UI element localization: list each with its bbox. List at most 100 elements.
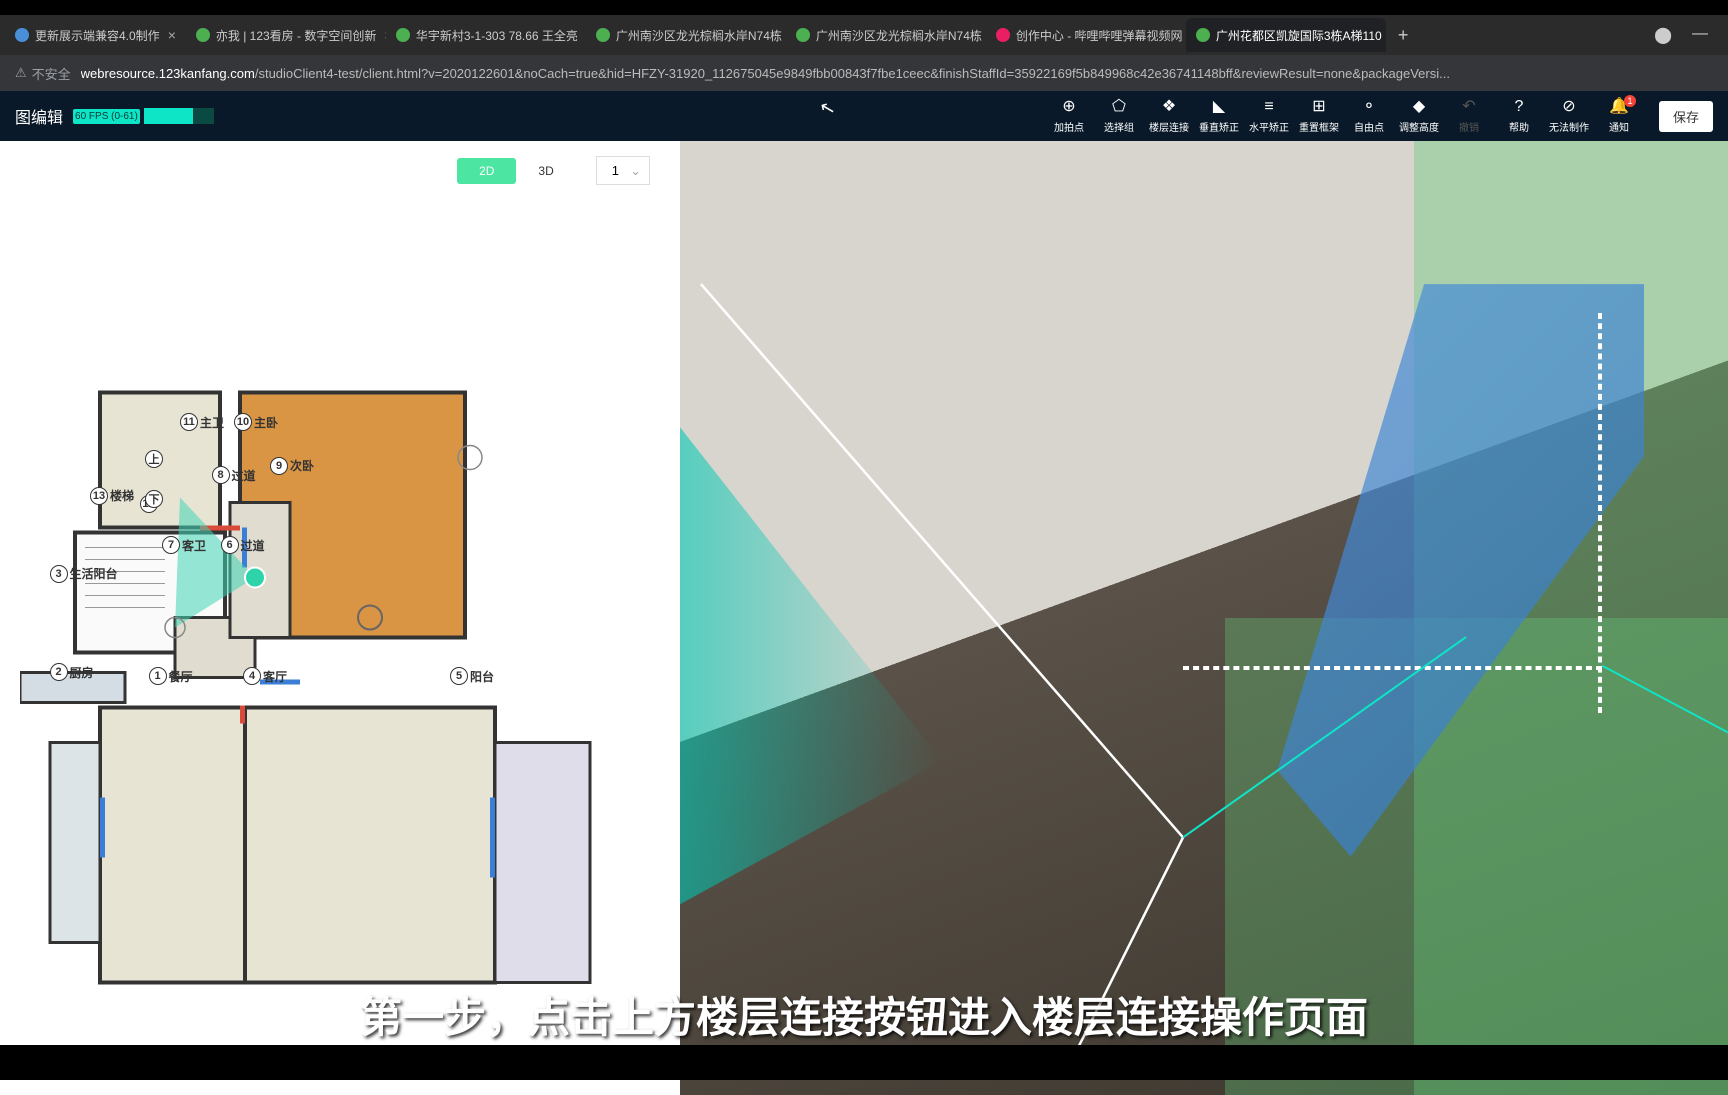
tool-label: 楼层连接 — [1149, 119, 1189, 134]
marker-number: 9 — [270, 457, 288, 475]
fps-bar — [144, 108, 214, 124]
room-marker-6[interactable]: 6过道 — [221, 536, 265, 554]
room-marker-1[interactable]: 1餐厅 — [149, 667, 193, 685]
stair-up: 上 — [145, 450, 163, 468]
tool-调整高度[interactable]: ◆调整高度 — [1394, 91, 1444, 141]
tab-0[interactable]: 更新展示端兼容4.0制作 × — [5, 18, 186, 52]
tool-垂直矫正[interactable]: ◣垂直矫正 — [1194, 91, 1244, 141]
tool-label: 水平矫正 — [1249, 119, 1289, 134]
app-body: 2D 3D 1 — [0, 141, 1728, 1095]
minimize-icon[interactable]: — — [1692, 25, 1708, 45]
marker-number: 11 — [180, 413, 198, 431]
guide-line-v — [1598, 313, 1602, 714]
favicon — [15, 28, 29, 42]
room-name: 过道 — [232, 467, 256, 484]
room-marker-13[interactable]: 13楼梯 — [90, 487, 134, 505]
tool-icon: ↶ — [1462, 99, 1475, 115]
floorplan-canvas[interactable]: 1餐厅 2厨房 3生活阳台 4客厅 5阳台 6过道 7客卫 8过道 9次卧 10主卧 11主卫 1 2 1… — [0, 200, 680, 1095]
favicon — [996, 28, 1010, 42]
tool-icon: ⚬ — [1362, 99, 1375, 115]
room-name: 餐厅 — [169, 668, 193, 685]
address-bar[interactable]: ⚠ 不安全 webresource.123kanfang.com/studioC… — [0, 55, 1728, 91]
tab-6[interactable]: 广州花都区凯旋国际3栋A梯110× — [1186, 18, 1386, 52]
new-tab-button[interactable]: + — [1386, 25, 1421, 46]
browser-tab-bar: 更新展示端兼容4.0制作 × 亦我 | 123看房 - 数字空间创新× 华宇新村3… — [0, 15, 1728, 55]
marker-number: 5 — [450, 667, 468, 685]
url: webresource.123kanfang.com/studioClient4… — [81, 66, 1450, 81]
tool-重置框架[interactable]: ⊞ 重置框架 — [1294, 91, 1344, 141]
tool-水平矫正[interactable]: ≡ 水平矫正 — [1244, 91, 1294, 141]
stair-label: 上 — [145, 450, 163, 468]
tab-5[interactable]: 创作中心 - 哔哩哔哩弹幕视频网× — [986, 18, 1186, 52]
app-title: 图编辑 — [15, 104, 63, 128]
tab-3[interactable]: 广州南沙区龙光棕榈水岸N74栋× — [586, 18, 786, 52]
room-marker-2[interactable]: 2厨房 — [50, 663, 94, 681]
room-name: 阳台 — [470, 668, 494, 685]
tool-通知[interactable]: 🔔通知1 — [1594, 91, 1644, 141]
tool-label: 重置框架 — [1299, 119, 1339, 134]
tool-icon: ⊞ — [1312, 99, 1325, 115]
view-controls: 2D 3D 1 — [0, 141, 680, 200]
tab-4[interactable]: 广州南沙区龙光棕榈水岸N74栋× — [786, 18, 986, 52]
marker-number: 2 — [50, 663, 68, 681]
tab-title: 创作中心 - 哔哩哔哩弹幕视频网 — [1016, 27, 1183, 44]
room-marker-10[interactable]: 10主卧 — [234, 413, 278, 431]
tool-icon: ≡ — [1264, 99, 1273, 115]
view-2d-button[interactable]: 2D — [457, 158, 516, 184]
tool-选择组[interactable]: ⬠选择组 — [1094, 91, 1144, 141]
fps-indicator: 60 FPS (0-61) — [73, 108, 214, 124]
warning-icon: ⚠ — [15, 65, 27, 81]
save-button[interactable]: 保存 — [1659, 101, 1713, 132]
room-marker-4[interactable]: 4客厅 — [243, 667, 287, 685]
tool-label: 撤销 — [1459, 119, 1479, 134]
room-name: 主卫 — [200, 414, 224, 431]
room-marker-8[interactable]: 8过道 — [212, 466, 256, 484]
room-marker-3[interactable]: 3生活阳台 — [50, 565, 118, 583]
view-3d-button[interactable]: 3D — [516, 158, 575, 184]
tool-自由点[interactable]: ⚬自由点 — [1344, 91, 1394, 141]
marker-number: 3 — [50, 565, 68, 583]
favicon — [396, 28, 410, 42]
tool-label: 调整高度 — [1399, 119, 1439, 134]
favicon — [796, 28, 810, 42]
tool-帮助[interactable]: ?帮助 — [1494, 91, 1544, 141]
record-icon[interactable]: ⬤ — [1654, 25, 1672, 45]
floorplan-svg — [20, 220, 660, 1075]
close-icon[interactable]: × — [168, 27, 176, 43]
tab-2[interactable]: 华宇新村3-1-303 78.66 王全亮× — [386, 18, 586, 52]
security-badge[interactable]: ⚠ 不安全 — [15, 64, 71, 83]
marker-number: 8 — [212, 466, 230, 484]
floorplan-panel: 2D 3D 1 — [0, 141, 680, 1095]
floor-selector[interactable]: 1 — [596, 156, 650, 185]
room-name: 主卧 — [254, 414, 278, 431]
marker-number: 1 — [149, 667, 167, 685]
tool-icon: ❖ — [1162, 99, 1176, 115]
room-marker-5[interactable]: 5阳台 — [450, 667, 494, 685]
tool-加拍点[interactable]: ⊕ 加拍点 — [1044, 91, 1094, 141]
fps-label: 60 FPS (0-61) — [73, 109, 140, 124]
tool-label: 选择组 — [1104, 119, 1134, 134]
tool-撤销[interactable]: ↶ 撤销 — [1444, 91, 1494, 141]
stair-down: 下 — [145, 490, 163, 508]
tab-1[interactable]: 亦我 | 123看房 - 数字空间创新× — [186, 18, 386, 52]
favicon — [596, 28, 610, 42]
panorama-panel[interactable] — [680, 141, 1728, 1095]
tool-无法制作[interactable]: ⊘ 无法制作 — [1544, 91, 1594, 141]
tool-楼层连接[interactable]: ❖ 楼层连接 — [1144, 91, 1194, 141]
room-marker-9[interactable]: 9次卧 — [270, 457, 314, 475]
tool-icon: ⊘ — [1562, 99, 1575, 115]
room-marker-7[interactable]: 7客卫 — [162, 536, 206, 554]
room-name: 客厅 — [263, 668, 287, 685]
guide-line — [1183, 666, 1602, 670]
tool-label: 无法制作 — [1549, 119, 1589, 134]
room-marker-11[interactable]: 11主卫 — [180, 413, 224, 431]
tool-icon: ⊕ — [1062, 99, 1075, 115]
tutorial-caption: 第一步，点击上方楼层连接按钮进入楼层连接操作页面 — [360, 984, 1368, 1045]
wall-overlay-left — [680, 427, 942, 904]
panorama-image[interactable] — [680, 141, 1728, 1095]
tab-title: 更新展示端兼容4.0制作 — [35, 27, 160, 44]
app-header: 图编辑 60 FPS (0-61) ⊕ 加拍点 ⬠选择组 ❖ 楼层连接 ◣垂直矫正 ≡ 水平矫… — [0, 91, 1728, 141]
tool-label: 垂直矫正 — [1199, 119, 1239, 134]
tool-label: 加拍点 — [1054, 119, 1084, 134]
marker-number: 10 — [234, 413, 252, 431]
